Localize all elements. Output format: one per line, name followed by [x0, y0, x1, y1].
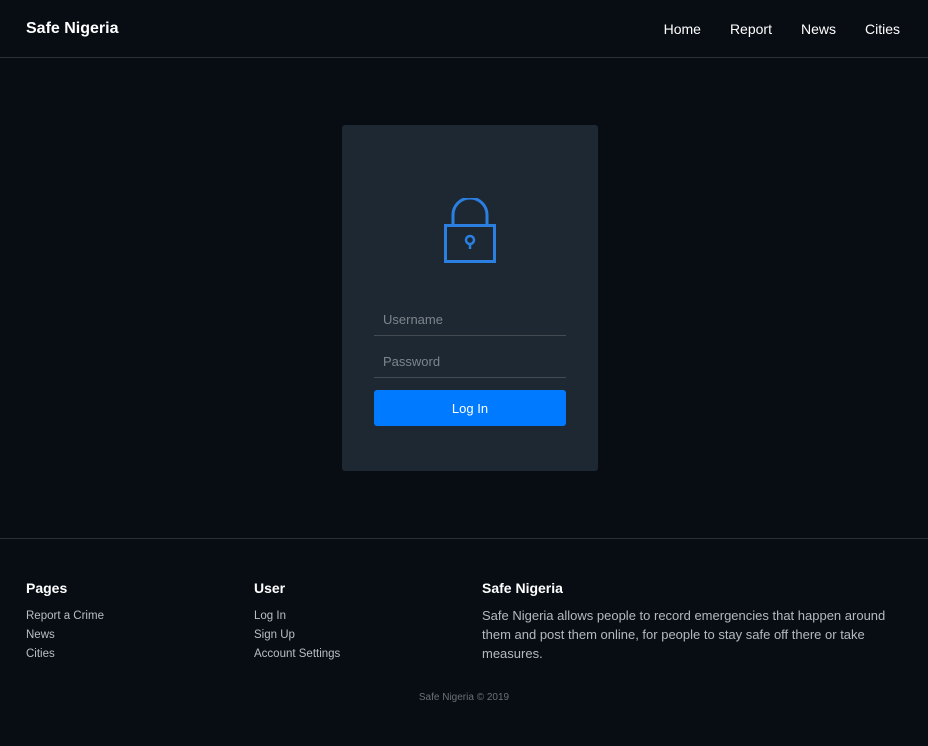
password-input[interactable]	[374, 346, 566, 378]
username-input[interactable]	[374, 304, 566, 336]
footer-link-log-in[interactable]: Log In	[254, 610, 286, 622]
footer-link-report-crime[interactable]: Report a Crime	[26, 610, 104, 622]
footer-link-news[interactable]: News	[26, 629, 55, 641]
footer-link-account-settings[interactable]: Account Settings	[254, 648, 340, 660]
navbar: Safe Nigeria Home Report News Cities	[0, 0, 928, 58]
footer-user-title: User	[254, 580, 286, 596]
footer-about-column: Safe Nigeria Safe Nigeria allows people …	[482, 580, 906, 663]
nav-link-cities[interactable]: Cities	[865, 21, 900, 37]
footer-about-title: Safe Nigeria	[482, 580, 563, 596]
copyright-text: Safe Nigeria © 2019	[418, 692, 510, 703]
nav-links: Home Report News Cities	[664, 21, 900, 37]
footer-about-text: Safe Nigeria allows people to record eme…	[482, 608, 886, 661]
lock-icon	[444, 198, 496, 263]
footer: Pages Report a Crime News Cities User Lo…	[0, 538, 928, 746]
login-button[interactable]: Log In	[374, 390, 566, 426]
nav-link-home[interactable]: Home	[664, 21, 701, 37]
footer-pages-title: Pages	[26, 580, 68, 596]
brand-link[interactable]: Safe Nigeria	[26, 20, 118, 38]
nav-link-report[interactable]: Report	[730, 21, 772, 37]
footer-user-links: Log In Sign Up Account Settings	[254, 606, 340, 663]
nav-link-news[interactable]: News	[801, 21, 836, 37]
footer-link-cities[interactable]: Cities	[26, 648, 55, 660]
login-form: Log In	[342, 125, 598, 471]
footer-link-sign-up[interactable]: Sign Up	[254, 629, 295, 641]
footer-pages-links: Report a Crime News Cities	[26, 606, 104, 663]
footer-user-column: User Log In Sign Up Account Settings	[254, 580, 340, 663]
main-content: Log In	[0, 58, 928, 538]
footer-pages-column: Pages Report a Crime News Cities	[26, 580, 104, 663]
